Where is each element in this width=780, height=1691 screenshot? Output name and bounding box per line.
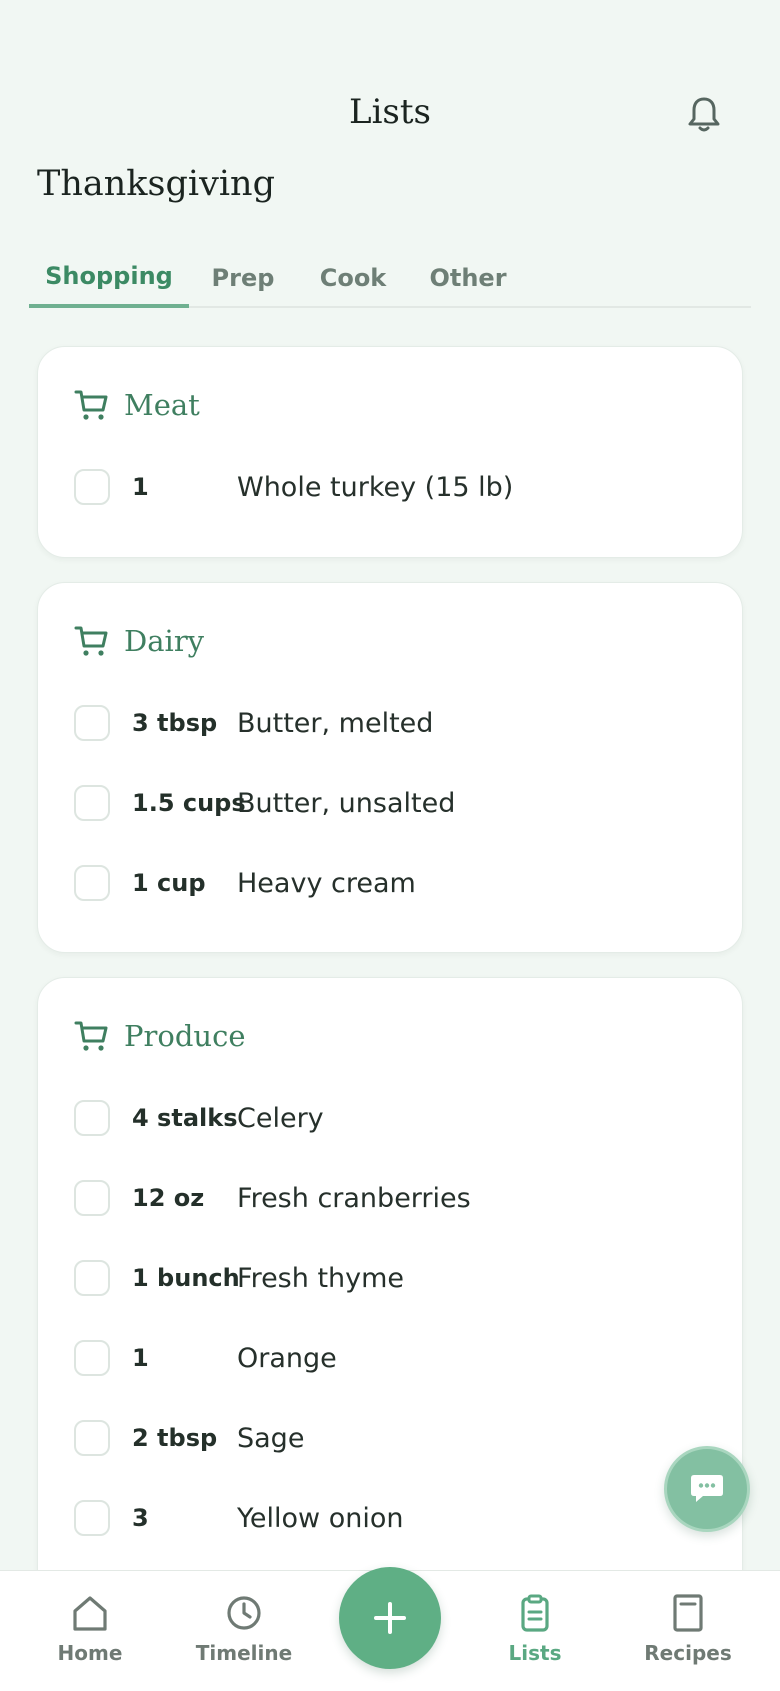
bell-icon bbox=[688, 97, 720, 132]
clipboard-icon bbox=[521, 1594, 549, 1632]
nav-label: Timeline bbox=[195, 1641, 293, 1665]
item-name: Heavy cream bbox=[237, 867, 416, 899]
nav-lists[interactable]: Lists bbox=[475, 1593, 595, 1665]
list-item: 1.5 cups Butter, unsalted bbox=[74, 763, 706, 843]
list-item: 1 bunch Fresh thyme bbox=[74, 1238, 706, 1318]
tab-prep[interactable]: Prep bbox=[189, 248, 297, 308]
nav-label: Recipes bbox=[644, 1641, 732, 1665]
list-item: 1 cup Heavy cream bbox=[74, 843, 706, 923]
item-quantity: 1 cup bbox=[132, 869, 206, 897]
item-list: 1 Whole turkey (15 lb) bbox=[74, 447, 706, 527]
section-title: Dairy bbox=[124, 624, 205, 658]
list-item: 2 tbsp Sage bbox=[74, 1398, 706, 1478]
item-name: Fresh thyme bbox=[237, 1262, 405, 1294]
chat-icon bbox=[691, 1475, 723, 1502]
item-list: 3 tbsp Butter, melted 1.5 cups Butter, u… bbox=[74, 683, 706, 923]
item-checkbox[interactable] bbox=[74, 865, 110, 901]
cart-icon bbox=[74, 623, 110, 659]
item-name: Orange bbox=[237, 1342, 337, 1374]
item-checkbox[interactable] bbox=[74, 1260, 110, 1296]
item-quantity: 1.5 cups bbox=[132, 789, 246, 817]
section-header: Meat bbox=[74, 383, 200, 427]
item-checkbox[interactable] bbox=[74, 1500, 110, 1536]
list-item: 12 oz Fresh cranberries bbox=[74, 1158, 706, 1238]
section-header: Dairy bbox=[74, 619, 204, 663]
nav-timeline[interactable]: Timeline bbox=[184, 1593, 304, 1665]
list-item: 1 Whole turkey (15 lb) bbox=[74, 447, 706, 527]
nav-label: Lists bbox=[508, 1641, 562, 1665]
item-name: Sage bbox=[237, 1422, 305, 1454]
section-header: Produce bbox=[74, 1014, 245, 1058]
item-list: 4 stalks Celery 12 oz Fresh cranberries … bbox=[74, 1078, 706, 1558]
tab-bar: Shopping Prep Cook Other bbox=[29, 248, 751, 308]
item-quantity: 3 bbox=[132, 1504, 149, 1532]
item-quantity: 12 oz bbox=[132, 1184, 205, 1212]
add-button[interactable] bbox=[339, 1567, 441, 1669]
item-quantity: 1 bunch bbox=[132, 1264, 240, 1292]
item-name: Butter, unsalted bbox=[237, 787, 456, 819]
item-checkbox[interactable] bbox=[74, 1420, 110, 1456]
list-item: 1 Orange bbox=[74, 1318, 706, 1398]
tab-shopping[interactable]: Shopping bbox=[29, 248, 189, 308]
nav-recipes[interactable]: Recipes bbox=[628, 1593, 748, 1665]
bottom-navigation: Home Timeline Lists Recipes bbox=[0, 1567, 780, 1691]
cart-icon bbox=[74, 387, 110, 423]
item-quantity: 1 bbox=[132, 473, 149, 501]
cart-icon bbox=[74, 1018, 110, 1054]
item-quantity: 2 tbsp bbox=[132, 1424, 218, 1452]
list-item: 4 stalks Celery bbox=[74, 1078, 706, 1158]
header: Lists Thanksgiving bbox=[0, 0, 780, 204]
item-checkbox[interactable] bbox=[74, 469, 110, 505]
chat-button[interactable] bbox=[664, 1446, 750, 1532]
tab-other[interactable]: Other bbox=[409, 248, 527, 308]
item-name: Celery bbox=[237, 1102, 324, 1134]
lists-screen: Lists Thanksgiving Shopping Prep Cook Ot… bbox=[0, 0, 780, 1691]
section-card-dairy: Dairy 3 tbsp Butter, melted 1.5 cups But… bbox=[37, 582, 743, 953]
item-name: Yellow onion bbox=[237, 1502, 404, 1534]
list-item: 3 Yellow onion bbox=[74, 1478, 706, 1558]
nav-home[interactable]: Home bbox=[30, 1593, 150, 1665]
page-title: Lists bbox=[348, 92, 431, 132]
nav-label: Home bbox=[57, 1641, 123, 1665]
notifications-button[interactable] bbox=[684, 92, 724, 136]
list-item: 3 tbsp Butter, melted bbox=[74, 683, 706, 763]
book-icon bbox=[673, 1594, 703, 1632]
item-checkbox[interactable] bbox=[74, 1340, 110, 1376]
plus-icon bbox=[374, 1602, 406, 1634]
item-checkbox[interactable] bbox=[74, 785, 110, 821]
list-title: Thanksgiving bbox=[37, 164, 275, 204]
section-card-meat: Meat 1 Whole turkey (15 lb) bbox=[37, 346, 743, 558]
item-name: Whole turkey (15 lb) bbox=[237, 471, 514, 503]
item-name: Butter, melted bbox=[237, 707, 434, 739]
item-checkbox[interactable] bbox=[74, 1100, 110, 1136]
item-checkbox[interactable] bbox=[74, 705, 110, 741]
section-title: Produce bbox=[124, 1019, 246, 1053]
section-title: Meat bbox=[124, 388, 200, 422]
clock-icon bbox=[227, 1596, 261, 1630]
item-name: Fresh cranberries bbox=[237, 1182, 471, 1214]
item-quantity: 1 bbox=[132, 1344, 149, 1372]
tab-cook[interactable]: Cook bbox=[297, 248, 409, 308]
item-checkbox[interactable] bbox=[74, 1180, 110, 1216]
item-quantity: 4 stalks bbox=[132, 1104, 238, 1132]
home-icon bbox=[73, 1596, 107, 1631]
item-quantity: 3 tbsp bbox=[132, 709, 218, 737]
